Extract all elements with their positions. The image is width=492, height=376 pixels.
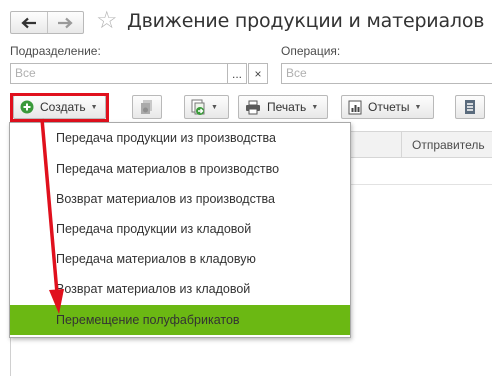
list-settings-button[interactable] (455, 95, 485, 119)
print-button-label: Печать (267, 100, 307, 114)
arrow-right-icon (58, 17, 74, 28)
report-icon (348, 100, 362, 114)
grid-row-line (351, 184, 492, 185)
menu-item-semi-finished-transfer[interactable]: Перемещение полуфабрикатов (10, 305, 350, 335)
menu-item-product-transfer-from-storeroom[interactable]: Передача продукции из кладовой (10, 214, 350, 244)
list-icon (465, 100, 475, 114)
forward-button[interactable] (46, 12, 83, 33)
grid-header: Отправитель (351, 131, 492, 158)
reports-button-label: Отчеты (368, 100, 410, 114)
department-select-button[interactable]: ... (227, 63, 247, 84)
copy-button[interactable] (132, 95, 162, 119)
reports-button[interactable]: Отчеты ▼ (341, 95, 434, 119)
page-title: Движение продукции и материалов (127, 10, 485, 32)
printer-icon (246, 100, 260, 114)
chevron-down-icon: ▼ (311, 103, 319, 111)
chevron-down-icon: ▼ (414, 103, 422, 111)
operation-field[interactable]: Все (281, 63, 492, 84)
column-header-sender[interactable]: Отправитель (412, 138, 485, 152)
menu-item-material-return-from-storeroom[interactable]: Возврат материалов из кладовой (10, 274, 350, 304)
star-icon[interactable]: ☆ (96, 7, 118, 35)
print-button[interactable]: Печать ▼ (238, 95, 328, 119)
back-button[interactable] (11, 12, 47, 33)
navigation-buttons (10, 11, 84, 34)
menu-item-material-transfer-to-storeroom[interactable]: Передача материалов в кладовую (10, 244, 350, 274)
department-field[interactable]: Все (10, 63, 228, 84)
department-clear-button[interactable]: × (248, 63, 268, 84)
create-based-on-button[interactable]: ▼ (184, 95, 229, 119)
create-button-highlight (10, 93, 109, 122)
menu-item-material-return-from-production[interactable]: Возврат материалов из производства (10, 184, 350, 214)
menu-item-product-transfer-from-production[interactable]: Передача продукции из производства (10, 123, 350, 153)
chevron-down-icon: ▼ (211, 103, 218, 111)
arrow-left-icon (21, 17, 36, 28)
column-separator (401, 132, 402, 157)
create-dropdown-menu: Передача продукции из производства Перед… (9, 122, 351, 338)
department-label: Подразделение: (10, 44, 101, 58)
operation-label: Операция: (281, 44, 341, 58)
create-based-on-icon (191, 99, 205, 115)
document-copy-icon (141, 100, 152, 114)
menu-item-material-transfer-to-production[interactable]: Передача материалов в производство (10, 154, 350, 184)
